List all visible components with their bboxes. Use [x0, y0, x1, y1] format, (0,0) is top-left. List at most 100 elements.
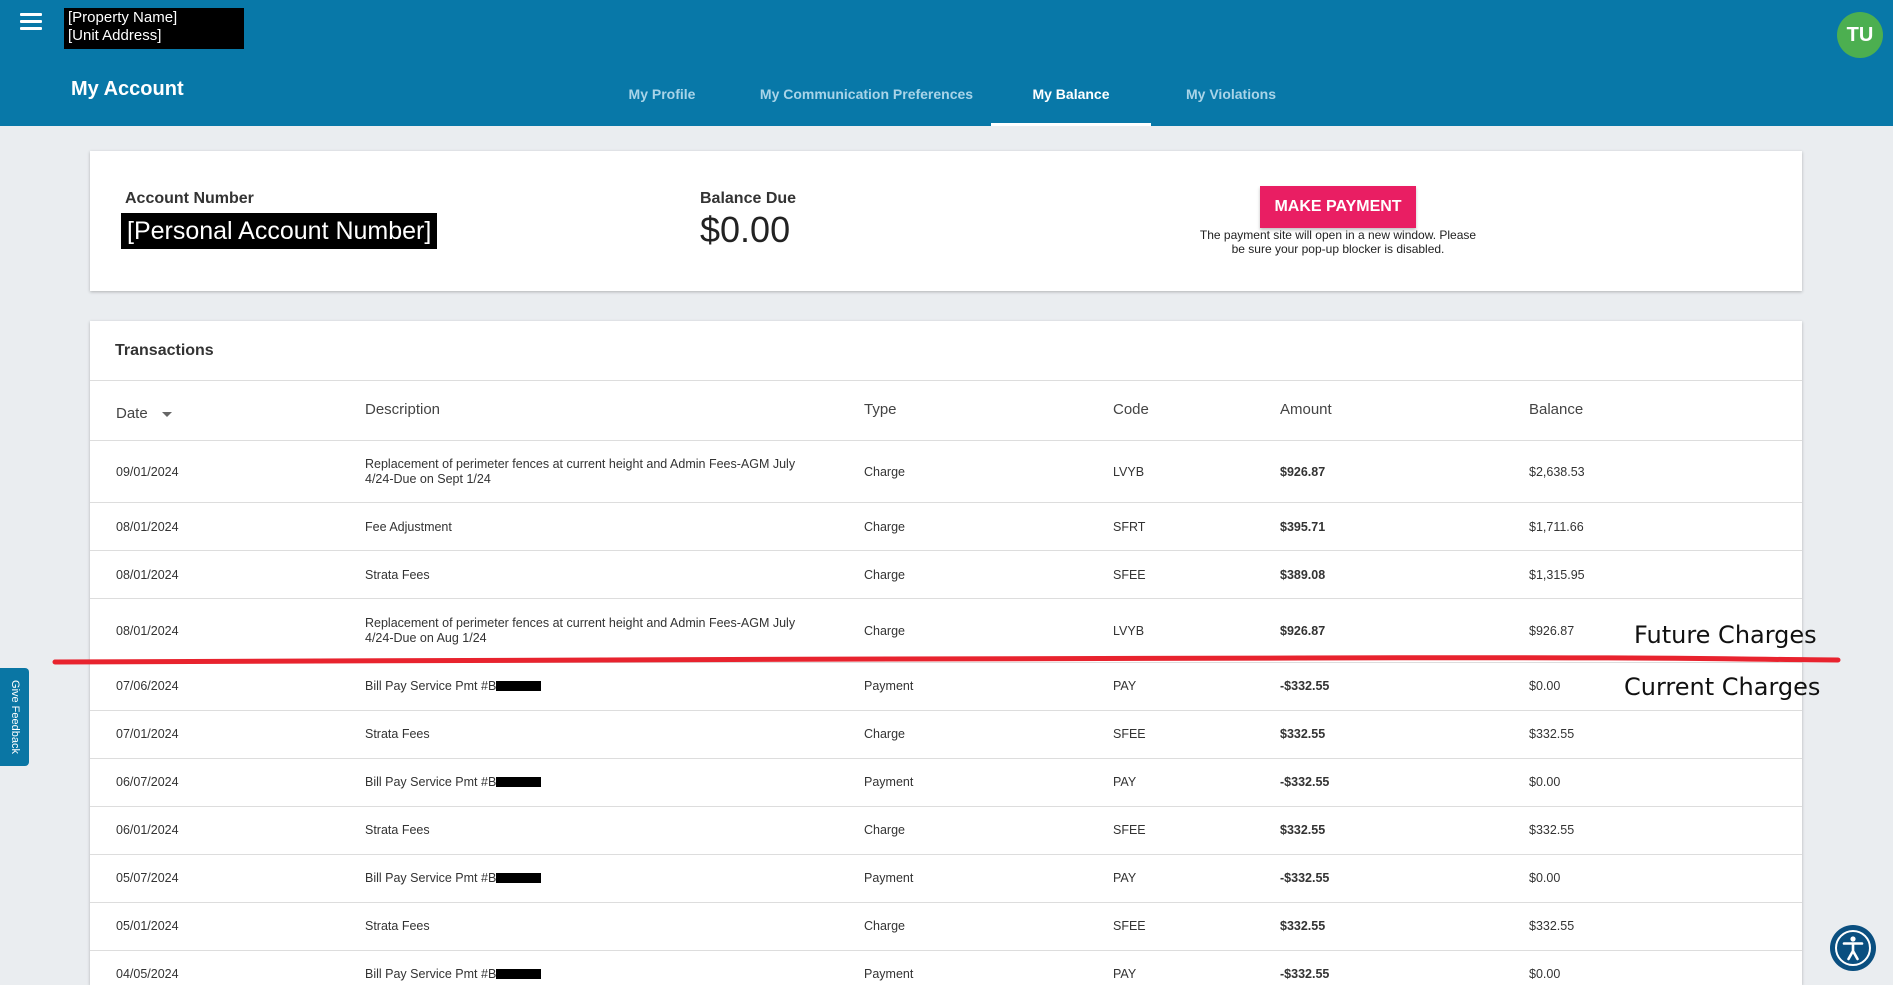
- row-code: SFRT: [1113, 520, 1146, 534]
- column-header-amount: Amount: [1280, 401, 1332, 418]
- column-header-code: Code: [1113, 401, 1149, 418]
- row-type: Charge: [864, 624, 905, 638]
- row-balance: $332.55: [1529, 727, 1575, 741]
- row-type: Charge: [864, 520, 905, 534]
- row-description-text: Bill Pay Service Pmt #B: [365, 679, 497, 693]
- make-payment-button[interactable]: MAKE PAYMENT: [1260, 186, 1416, 228]
- future-charges-annotation: Future Charges: [1634, 621, 1817, 649]
- row-amount: $332.55: [1280, 727, 1326, 741]
- tab-my-violations[interactable]: My Violations: [1172, 80, 1290, 126]
- give-feedback-button[interactable]: Give Feedback: [0, 668, 29, 766]
- redaction-bar: [496, 777, 542, 787]
- row-description-text: Bill Pay Service Pmt #B: [365, 775, 497, 789]
- row-description: Replacement of perimeter fences at curre…: [365, 457, 796, 486]
- row-code: SFEE: [1113, 823, 1146, 837]
- redaction-bar: [496, 681, 542, 691]
- row-description: Bill Pay Service Pmt #B: [365, 967, 542, 982]
- account-number-label: Account Number: [125, 190, 254, 207]
- row-date: 08/01/2024: [116, 568, 179, 582]
- table-row: 05/01/2024 Strata Fees Charge SFEE $332.…: [90, 902, 1802, 951]
- row-balance: $332.55: [1529, 823, 1575, 837]
- table-row: 08/01/2024 Replacement of perimeter fenc…: [90, 598, 1802, 663]
- row-description: Fee Adjustment: [365, 520, 452, 534]
- row-type: Charge: [864, 568, 905, 582]
- redaction-bar: [496, 969, 542, 979]
- current-charges-annotation: Current Charges: [1624, 673, 1821, 701]
- row-code: SFEE: [1113, 568, 1146, 582]
- row-amount: -$332.55: [1280, 871, 1330, 885]
- row-amount: -$332.55: [1280, 967, 1330, 981]
- row-date: 09/01/2024: [116, 465, 179, 479]
- table-row: 07/06/2024 Bill Pay Service Pmt #B Payme…: [90, 662, 1802, 711]
- row-balance: $2,638.53: [1529, 465, 1585, 479]
- row-balance: $0.00: [1529, 967, 1561, 981]
- row-date: 07/01/2024: [116, 727, 179, 741]
- balance-summary-card: Account Number [Personal Account Number]…: [90, 151, 1802, 291]
- row-date: 06/01/2024: [116, 823, 179, 837]
- row-amount: $332.55: [1280, 919, 1326, 933]
- avatar[interactable]: TU: [1837, 12, 1883, 58]
- table-row: 06/07/2024 Bill Pay Service Pmt #B Payme…: [90, 758, 1802, 807]
- row-balance: $0.00: [1529, 775, 1561, 789]
- row-code: PAY: [1113, 967, 1137, 981]
- row-code: SFEE: [1113, 919, 1146, 933]
- row-balance: $926.87: [1529, 624, 1575, 638]
- row-type: Charge: [864, 465, 905, 479]
- row-code: PAY: [1113, 871, 1137, 885]
- row-description: Strata Fees: [365, 823, 430, 837]
- hamburger-menu-icon[interactable]: [20, 13, 42, 31]
- balance-due-label: Balance Due: [700, 190, 797, 207]
- account-tabs: My Profile My Communication Preferences …: [0, 80, 1893, 126]
- row-code: PAY: [1113, 679, 1137, 693]
- tab-my-balance[interactable]: My Balance: [991, 80, 1151, 126]
- accessibility-icon[interactable]: [1830, 925, 1876, 971]
- row-balance: $0.00: [1529, 871, 1561, 885]
- table-row: 07/01/2024 Strata Fees Charge SFEE $332.…: [90, 710, 1802, 759]
- property-name: [Property Name]: [68, 9, 178, 26]
- row-description: Replacement of perimeter fences at curre…: [365, 616, 796, 645]
- row-amount: $389.08: [1280, 568, 1326, 582]
- row-amount: $926.87: [1280, 465, 1326, 479]
- row-date: 08/01/2024: [116, 624, 179, 638]
- give-feedback-label: Give Feedback: [8, 680, 21, 754]
- accessibility-figure-icon: [1835, 930, 1871, 966]
- row-balance: $1,315.95: [1529, 568, 1585, 582]
- row-type: Payment: [864, 871, 914, 885]
- row-balance: $0.00: [1529, 679, 1561, 693]
- row-amount: $332.55: [1280, 823, 1326, 837]
- redaction-bar: [496, 873, 542, 883]
- payment-note: The payment site will open in a new wind…: [1199, 228, 1477, 256]
- tab-communication-preferences[interactable]: My Communication Preferences: [754, 80, 979, 126]
- tab-my-profile[interactable]: My Profile: [605, 80, 719, 126]
- row-amount: $926.87: [1280, 624, 1326, 638]
- row-balance: $1,711.66: [1529, 520, 1584, 534]
- row-date: 05/01/2024: [116, 919, 179, 933]
- column-header-description: Description: [365, 401, 441, 418]
- table-row: 04/05/2024 Bill Pay Service Pmt #B Payme…: [90, 950, 1802, 985]
- row-description: Strata Fees: [365, 919, 430, 933]
- transactions-title: Transactions: [115, 342, 214, 359]
- app-header: [Property Name] [Unit Address] TU My Acc…: [0, 0, 1893, 126]
- row-type: Charge: [864, 727, 905, 741]
- row-code: SFEE: [1113, 727, 1146, 741]
- row-amount: -$332.55: [1280, 679, 1330, 693]
- table-row: 08/01/2024 Fee Adjustment Charge SFRT $3…: [90, 502, 1802, 551]
- row-type: Charge: [864, 823, 905, 837]
- row-description: Bill Pay Service Pmt #B: [365, 871, 542, 886]
- row-type: Payment: [864, 775, 914, 789]
- row-type: Payment: [864, 967, 914, 981]
- row-type: Charge: [864, 919, 905, 933]
- property-info: [Property Name] [Unit Address]: [64, 8, 244, 49]
- row-code: PAY: [1113, 775, 1137, 789]
- row-amount: -$332.55: [1280, 775, 1330, 789]
- unit-address: [Unit Address]: [68, 27, 162, 44]
- table-row: 06/01/2024 Strata Fees Charge SFEE $332.…: [90, 806, 1802, 855]
- column-header-date[interactable]: Date: [116, 405, 172, 422]
- row-description-text: Bill Pay Service Pmt #B: [365, 871, 497, 885]
- row-balance: $332.55: [1529, 919, 1575, 933]
- row-date: 05/07/2024: [116, 871, 179, 885]
- row-description: Bill Pay Service Pmt #B: [365, 775, 542, 790]
- row-amount: $395.71: [1280, 520, 1326, 534]
- account-number-value: [Personal Account Number]: [121, 213, 438, 249]
- sort-desc-icon[interactable]: [161, 411, 172, 417]
